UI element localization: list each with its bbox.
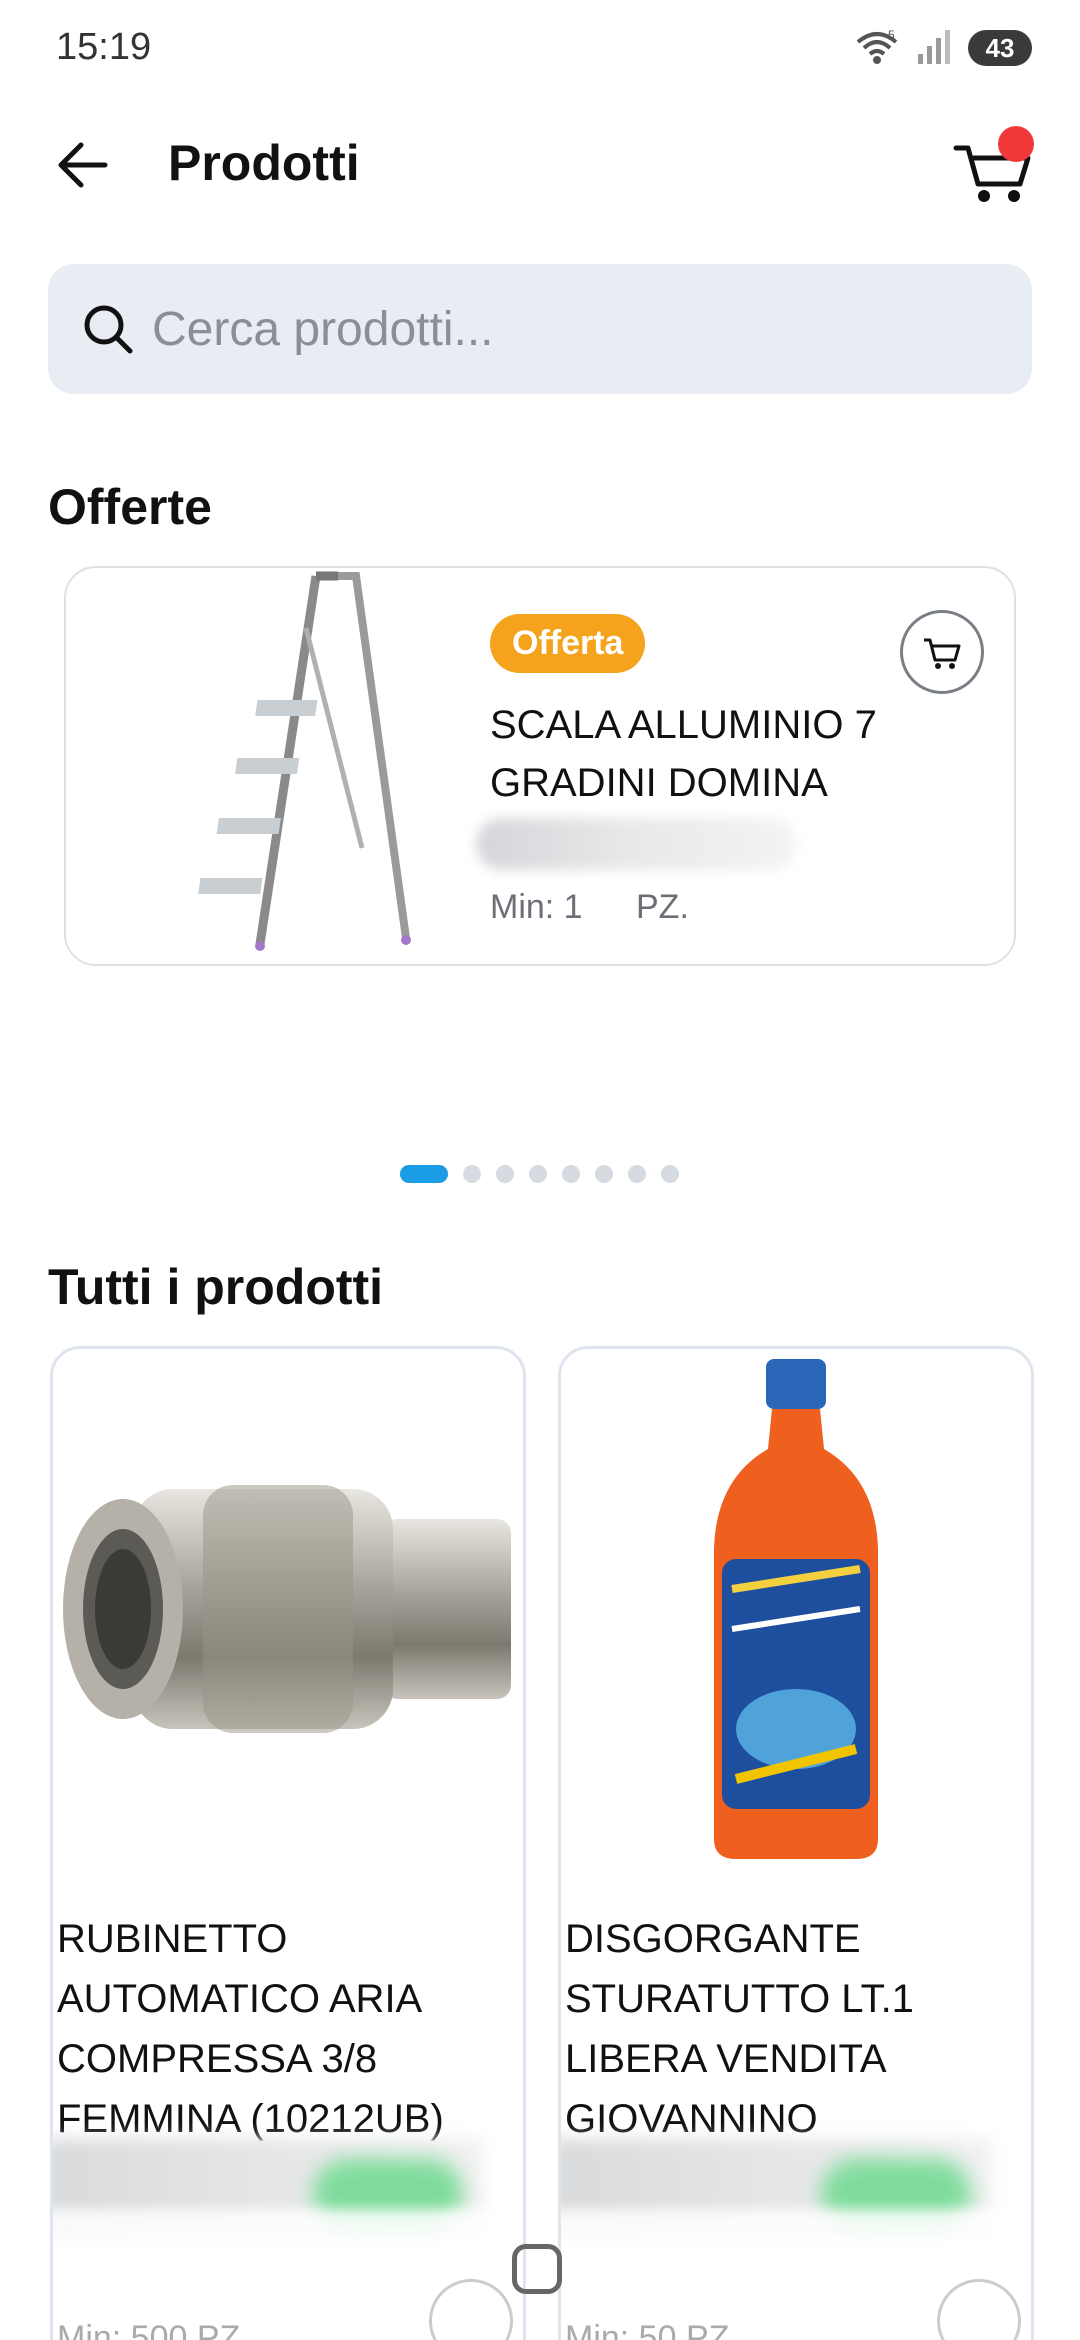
pagination-dot[interactable] xyxy=(529,1165,547,1183)
status-bar: 15:19 5 43 xyxy=(0,0,1080,100)
search-input[interactable] xyxy=(152,301,1012,357)
product-photo-coupling xyxy=(63,1485,511,1733)
wifi-icon: 5 xyxy=(856,28,898,64)
product-name: DISGORGANTE STURATUTTO LT.1 LIBERA VENDI… xyxy=(565,1917,914,2141)
offer-product-image xyxy=(198,571,411,951)
system-home-button[interactable] xyxy=(512,2244,562,2294)
offer-add-to-cart-button[interactable] xyxy=(900,610,984,694)
back-arrow-icon xyxy=(58,142,108,188)
wifi-label: 5 xyxy=(888,28,895,42)
pagination-dot[interactable] xyxy=(562,1165,580,1183)
carousel-pagination xyxy=(400,1165,679,1183)
product-min-quantity: Min: 500 PZ xyxy=(57,2319,241,2340)
product-card[interactable]: DISGORGANTE STURATUTTO LT.1 LIBERA VENDI… xyxy=(558,1346,1034,2340)
product-image xyxy=(561,1349,1031,1869)
offer-badge: Offerta xyxy=(490,614,646,673)
cart-button[interactable] xyxy=(950,124,1036,210)
search-box[interactable] xyxy=(48,264,1032,394)
battery-indicator: 43 xyxy=(968,30,1032,66)
offers-title: Offerte xyxy=(48,479,212,535)
product-image xyxy=(53,1349,523,1869)
back-button[interactable] xyxy=(50,132,116,198)
page-title: Prodotti xyxy=(168,135,360,191)
offer-product-name: SCALA ALLUMINIO 7 GRADINI DOMINA xyxy=(490,703,877,805)
pagination-dot[interactable] xyxy=(496,1165,514,1183)
offer-unit: PZ. xyxy=(636,888,689,926)
search-icon xyxy=(84,305,133,354)
product-min-quantity: Min: 50 PZ xyxy=(565,2319,730,2340)
pagination-dot[interactable] xyxy=(595,1165,613,1183)
pagination-dot[interactable] xyxy=(628,1165,646,1183)
app-bar: Prodotti xyxy=(0,110,1080,220)
pagination-dot[interactable] xyxy=(661,1165,679,1183)
signal-icon xyxy=(918,30,950,64)
product-card[interactable]: RUBINETTO AUTOMATICO ARIA COMPRESSA 3/8 … xyxy=(50,1346,526,2340)
all-products-title: Tutti i prodotti xyxy=(48,1259,384,1315)
offer-min-quantity: Min: 1 xyxy=(490,888,583,926)
product-photo-bottle xyxy=(714,1359,878,1859)
status-time: 15:19 xyxy=(56,26,152,68)
offer-price-blurred xyxy=(476,818,796,870)
status-icons: 5 43 xyxy=(854,28,1032,68)
pagination-dot[interactable] xyxy=(463,1165,481,1183)
offer-card[interactable]: Offerta SCALA ALLUMINIO 7 GRADINI DOMINA… xyxy=(64,566,1016,966)
cart-icon xyxy=(924,638,961,669)
product-name: RUBINETTO AUTOMATICO ARIA COMPRESSA 3/8 … xyxy=(57,1917,444,2141)
cart-badge-dot xyxy=(998,126,1034,162)
pagination-dot-active[interactable] xyxy=(400,1165,448,1183)
